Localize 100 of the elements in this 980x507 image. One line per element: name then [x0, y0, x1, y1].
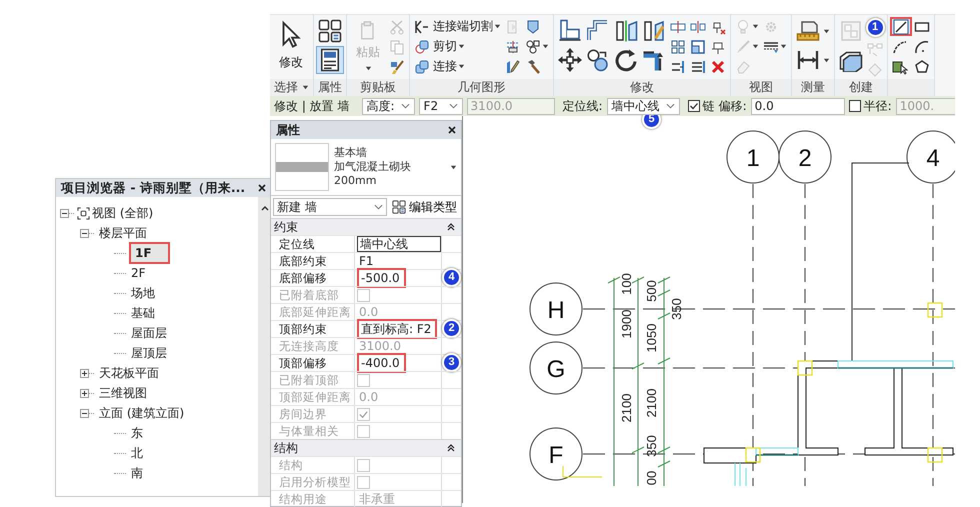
- split-face-icon: [505, 38, 521, 54]
- tree-item[interactable]: 天花板平面: [97, 364, 161, 382]
- tree-connector: [114, 292, 126, 294]
- align-icon: [558, 19, 582, 43]
- type-family: 基本墙: [334, 146, 368, 160]
- lines-arrow-icon: [690, 58, 706, 74]
- panel-label: 几何图形: [410, 79, 553, 96]
- dropdown[interactable]: 高度:: [362, 98, 415, 114]
- tool-button[interactable]: 修改: [272, 17, 310, 75]
- tree-item[interactable]: 楼层平面: [97, 224, 149, 242]
- step-badge: 3: [442, 353, 461, 372]
- caret-icon: [364, 65, 372, 72]
- scale-icon: [690, 38, 706, 54]
- panel-title: 属性: [276, 122, 300, 138]
- rotate-icon: [614, 48, 638, 72]
- scroll-up-icon[interactable]: [260, 205, 268, 211]
- tree-item[interactable]: 北: [129, 444, 145, 462]
- snap-marker: [745, 447, 761, 463]
- snap-marker: [927, 302, 943, 318]
- grid-bubble: G: [530, 342, 582, 394]
- grid-bubble: 1: [726, 130, 780, 184]
- field-label: 定位线:: [562, 98, 603, 114]
- expand-icon[interactable]: [80, 368, 89, 378]
- tree-item[interactable]: 场地: [129, 284, 157, 302]
- edit-type-button[interactable]: 编辑类型: [390, 198, 459, 216]
- close-icon[interactable]: [448, 126, 456, 134]
- property-value[interactable]: F1: [357, 254, 376, 268]
- tree-item[interactable]: 屋面层: [129, 324, 169, 342]
- dimension-text: 100: [619, 273, 634, 295]
- dimension-text: 350: [644, 435, 659, 457]
- collapse-icon: [447, 223, 455, 231]
- property-value[interactable]: 墙中心线: [357, 236, 441, 252]
- dropdown[interactable]: F2: [418, 98, 463, 114]
- scrollbar[interactable]: [258, 197, 271, 496]
- tree-connector: [114, 452, 126, 454]
- tool-button[interactable]: 剪切: [412, 37, 503, 56]
- property-name: 已附着底部: [271, 287, 355, 303]
- array-grid-icon: [670, 38, 686, 54]
- tree-item[interactable]: 1F: [129, 242, 170, 264]
- tree-item[interactable]: 三维视图: [97, 384, 149, 402]
- step-badge: 2: [442, 319, 461, 338]
- caret-icon: [450, 164, 457, 170]
- collapse-icon[interactable]: [60, 208, 69, 218]
- close-icon[interactable]: [258, 184, 266, 192]
- property-name: 定位线: [271, 236, 355, 252]
- tool-icon-button[interactable]: [890, 17, 912, 36]
- collapse-icon[interactable]: [80, 228, 89, 238]
- ruler-box-icon: [796, 19, 820, 43]
- bulb-icon: [735, 18, 751, 34]
- dropdown[interactable]: 新建 墙: [273, 198, 387, 216]
- caret-icon: [494, 23, 501, 30]
- dimension-text: 350: [669, 298, 684, 320]
- move-icon: [558, 48, 582, 72]
- tree-connector: [114, 472, 126, 474]
- property-name: 无连接高度: [271, 338, 355, 354]
- polygon-icon: [914, 58, 930, 74]
- brush-icon: [389, 58, 405, 74]
- snap-marker: [797, 360, 813, 376]
- grid-bubble: 4: [906, 130, 955, 184]
- create-similar-icon: [867, 42, 883, 58]
- tree-item[interactable]: 2F: [129, 266, 148, 280]
- type-name: 加气混凝土砌块200mm: [334, 160, 412, 188]
- chevron-down-icon: [666, 103, 675, 109]
- scissors-icon: [389, 18, 405, 34]
- expand-icon[interactable]: [80, 388, 89, 398]
- property-value[interactable]: -400.0: [357, 353, 406, 373]
- checkbox[interactable]: [848, 100, 861, 112]
- pick-lines-icon: [892, 58, 908, 74]
- tree-item[interactable]: 立面 (建筑立面): [97, 404, 186, 422]
- caret-icon: [458, 43, 465, 50]
- property-name: 底部约束: [271, 253, 355, 269]
- property-value[interactable]: -500.0: [357, 268, 406, 288]
- tree-item[interactable]: 南: [129, 464, 145, 482]
- tool-button[interactable]: 连接: [412, 57, 503, 76]
- dimension-text: 1050: [644, 324, 659, 352]
- join-cut-icon: [414, 18, 430, 34]
- dimension-text: 1900: [619, 310, 634, 338]
- property-name: 启用分析模型: [271, 474, 355, 490]
- collapse-icon[interactable]: [80, 408, 89, 418]
- tree-item[interactable]: 基础: [129, 304, 157, 322]
- input-field[interactable]: 0.0: [750, 98, 845, 114]
- panel-label: 属性: [314, 79, 346, 96]
- tree-item[interactable]: 东: [129, 424, 145, 442]
- tree-item[interactable]: 屋顶层: [129, 344, 169, 362]
- tree-item[interactable]: 视图 (全部): [90, 204, 156, 222]
- property-name: 顶部约束: [271, 321, 355, 337]
- tool-button[interactable]: 连接端切割: [412, 17, 503, 36]
- tool-icon-button[interactable]: [316, 46, 344, 74]
- dimension-text: 00: [644, 470, 659, 486]
- dropdown[interactable]: 墙中心线: [606, 98, 680, 114]
- checkbox[interactable]: [688, 100, 700, 112]
- tool-icon-button[interactable]: [556, 46, 584, 74]
- view-icon: [77, 206, 90, 220]
- tool-icon-button[interactable]: [316, 17, 344, 45]
- type-selector[interactable]: 基本墙 加气混凝土砌块200mm: [271, 139, 461, 196]
- property-value[interactable]: 直到标高: F2: [357, 319, 438, 339]
- group-header[interactable]: 约束: [271, 218, 461, 235]
- group-header[interactable]: 结构: [271, 439, 461, 456]
- panel-label: 剪贴板: [347, 79, 409, 96]
- paint-pencil-icon: [505, 58, 521, 74]
